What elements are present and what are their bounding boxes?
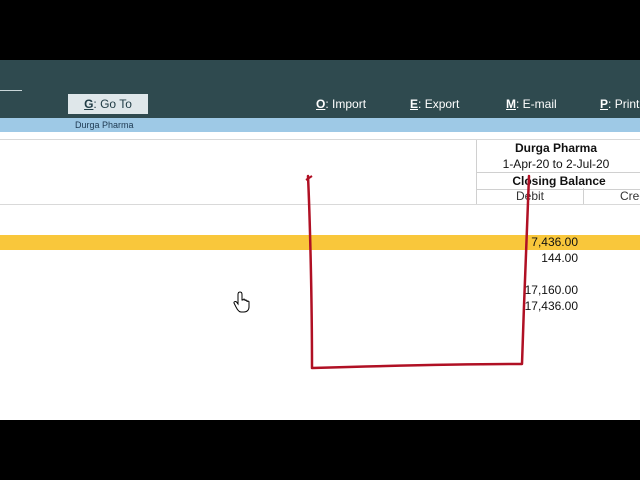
annotation-overlay (233, 174, 531, 370)
hand-cursor-icon (233, 291, 250, 313)
red-bracket-annotation (306, 174, 531, 370)
